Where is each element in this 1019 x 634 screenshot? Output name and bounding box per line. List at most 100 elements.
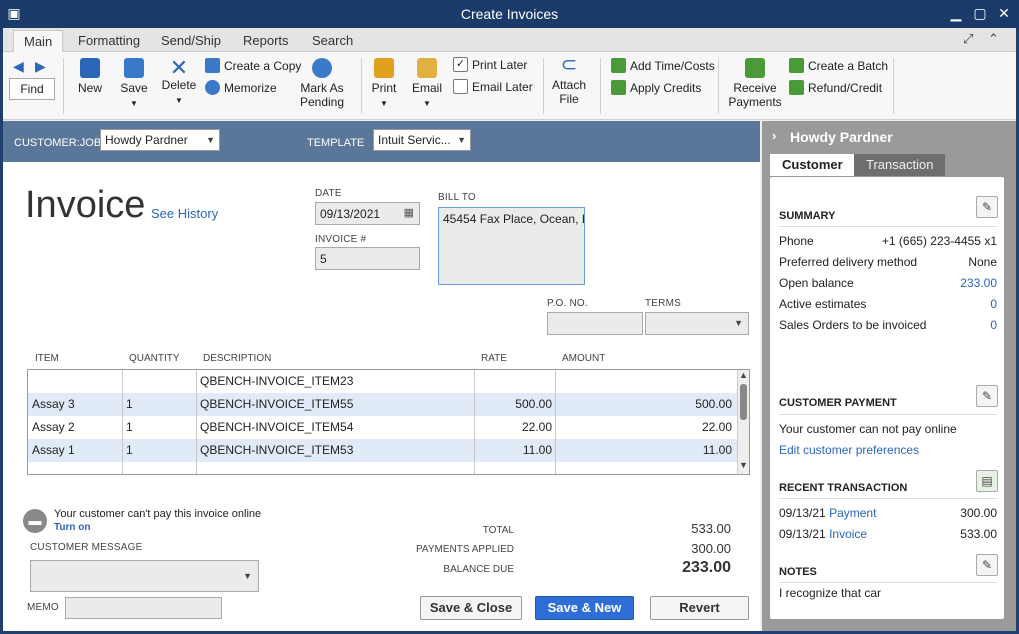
find-button[interactable]: Find (9, 78, 55, 100)
see-history-link[interactable]: See History (151, 206, 218, 221)
tab-send-ship[interactable]: Send/Ship (151, 30, 231, 52)
tab-customer[interactable]: Customer (770, 154, 855, 176)
collapse-ribbon-icon[interactable]: ⌃ (988, 31, 999, 47)
table-scrollbar[interactable]: ▲ ▼ (737, 370, 749, 474)
email-later-checkbox[interactable]: Email Later (453, 79, 533, 94)
open-balance-link[interactable]: 233.00 (960, 276, 997, 290)
cell-item[interactable]: Assay 3 (32, 393, 122, 416)
scroll-up-icon[interactable]: ▲ (739, 370, 748, 380)
report-icon[interactable]: ▤ (976, 470, 998, 492)
attach-file-button[interactable]: ⊂ Attach File (551, 55, 587, 106)
column-header-amount[interactable]: AMOUNT (562, 353, 605, 364)
cell-rate[interactable]: 22.00 (478, 416, 552, 439)
date-field[interactable]: 09/13/2021 ▦ (315, 202, 420, 225)
cell-item[interactable]: Assay 1 (32, 439, 122, 462)
maximize-icon[interactable]: ▢ (972, 5, 988, 21)
close-icon[interactable]: ✕ (996, 5, 1012, 21)
edit-pencil-icon[interactable]: ✎ (976, 554, 998, 576)
print-later-checkbox[interactable]: ✓ Print Later (453, 57, 527, 72)
cell-amount[interactable] (558, 370, 732, 393)
table-row[interactable]: QBENCH-INVOICE_ITEM23 (28, 370, 738, 393)
email-later-label: Email Later (472, 79, 533, 94)
delete-button[interactable]: ✕ Delete ▼ (161, 57, 197, 108)
edit-pencil-icon[interactable]: ✎ (976, 196, 998, 218)
turn-on-link[interactable]: Turn on (54, 522, 90, 533)
apply-credits-button[interactable]: Apply Credits (611, 80, 701, 95)
minimize-icon[interactable]: ▁ (948, 5, 964, 21)
cell-rate[interactable] (478, 370, 552, 393)
tab-transaction[interactable]: Transaction (854, 154, 946, 176)
receive-payments-button[interactable]: Receive Payments (727, 58, 783, 109)
po-number-field[interactable] (547, 312, 643, 335)
new-label: New (77, 81, 102, 95)
cell-rate[interactable]: 11.00 (478, 439, 552, 462)
cell-quantity[interactable]: 1 (126, 416, 196, 439)
bill-to-field[interactable]: 45454 Fax Place, Ocean, I (438, 207, 585, 285)
new-button[interactable]: New (75, 58, 105, 95)
save-new-button[interactable]: Save & New (535, 596, 634, 620)
summary-row-estimates: Active estimates 0 (779, 297, 997, 317)
tab-formatting[interactable]: Formatting (68, 30, 150, 52)
customer-side-panel: › Howdy Pardner Customer Transaction SUM… (762, 121, 1016, 631)
cell-quantity[interactable]: 1 (126, 393, 196, 416)
cell-item[interactable] (32, 370, 122, 393)
customer-job-dropdown[interactable]: Howdy Pardner ▼ (100, 129, 220, 151)
column-header-quantity[interactable]: QUANTITY (129, 353, 180, 364)
prev-arrow-icon[interactable]: ◀ (13, 58, 24, 75)
transaction-type-link[interactable]: Invoice (829, 527, 867, 541)
cell-description[interactable]: QBENCH-INVOICE_ITEM54 (200, 416, 472, 439)
scroll-down-icon[interactable]: ▼ (739, 460, 748, 470)
create-copy-button[interactable]: Create a Copy (205, 58, 301, 73)
table-row[interactable]: Assay 2 1 QBENCH-INVOICE_ITEM54 22.00 22… (28, 416, 738, 439)
sales-orders-link[interactable]: 0 (990, 318, 997, 332)
cell-description[interactable]: QBENCH-INVOICE_ITEM55 (200, 393, 472, 416)
save-close-button[interactable]: Save & Close (420, 596, 522, 620)
memo-field[interactable] (65, 597, 222, 619)
create-batch-button[interactable]: Create a Batch (789, 58, 888, 73)
cell-description[interactable]: QBENCH-INVOICE_ITEM23 (200, 370, 472, 393)
add-time-costs-button[interactable]: Add Time/Costs (611, 58, 715, 73)
attach-label: Attach (551, 78, 587, 92)
email-button[interactable]: Email ▼ (411, 58, 443, 111)
chevron-down-icon: ▼ (206, 135, 215, 145)
po-number-label: P.O. NO. (547, 298, 588, 309)
template-dropdown[interactable]: Intuit Servic... ▼ (373, 129, 471, 151)
notes-text: I recognize that car (779, 586, 882, 600)
table-row[interactable]: Assay 3 1 QBENCH-INVOICE_ITEM55 500.00 5… (28, 393, 738, 416)
calendar-icon[interactable]: ▦ (404, 206, 414, 219)
refund-credit-button[interactable]: Refund/Credit (789, 80, 882, 95)
edit-preferences-link[interactable]: Edit customer preferences (779, 443, 997, 463)
cell-amount[interactable]: 22.00 (558, 416, 732, 439)
save-button[interactable]: Save ▼ (119, 58, 149, 111)
terms-dropdown[interactable]: ▼ (645, 312, 749, 335)
divider (63, 58, 64, 114)
cell-description[interactable]: QBENCH-INVOICE_ITEM53 (200, 439, 472, 462)
next-arrow-icon[interactable]: ▶ (35, 58, 46, 75)
column-header-rate[interactable]: RATE (481, 353, 507, 364)
active-estimates-link[interactable]: 0 (990, 297, 997, 311)
mark-as-pending-button[interactable]: Mark As Pending (297, 58, 347, 109)
edit-pencil-icon[interactable]: ✎ (976, 385, 998, 407)
cell-quantity[interactable] (126, 370, 196, 393)
customer-payment-heading: CUSTOMER PAYMENT (779, 397, 897, 409)
tab-search[interactable]: Search (302, 30, 363, 52)
cell-quantity[interactable]: 1 (126, 439, 196, 462)
revert-button[interactable]: Revert (650, 596, 749, 620)
scroll-thumb[interactable] (740, 384, 747, 420)
cell-amount[interactable]: 500.00 (558, 393, 732, 416)
expand-icon[interactable]: ⤢ (963, 31, 973, 47)
tab-reports[interactable]: Reports (233, 30, 299, 52)
customer-message-dropdown[interactable]: ▼ (30, 560, 259, 592)
tab-main[interactable]: Main (13, 30, 64, 52)
memorize-button[interactable]: Memorize (205, 80, 277, 95)
table-row[interactable]: Assay 1 1 QBENCH-INVOICE_ITEM53 11.00 11… (28, 439, 738, 462)
invoice-number-field[interactable]: 5 (315, 247, 420, 270)
transaction-type-link[interactable]: Payment (829, 506, 876, 520)
print-button[interactable]: Print ▼ (369, 58, 399, 111)
column-header-item[interactable]: ITEM (35, 353, 59, 364)
column-header-description[interactable]: DESCRIPTION (203, 353, 271, 364)
chevron-right-icon[interactable]: › (772, 128, 776, 143)
cell-item[interactable]: Assay 2 (32, 416, 122, 439)
cell-rate[interactable]: 500.00 (478, 393, 552, 416)
cell-amount[interactable]: 11.00 (558, 439, 732, 462)
